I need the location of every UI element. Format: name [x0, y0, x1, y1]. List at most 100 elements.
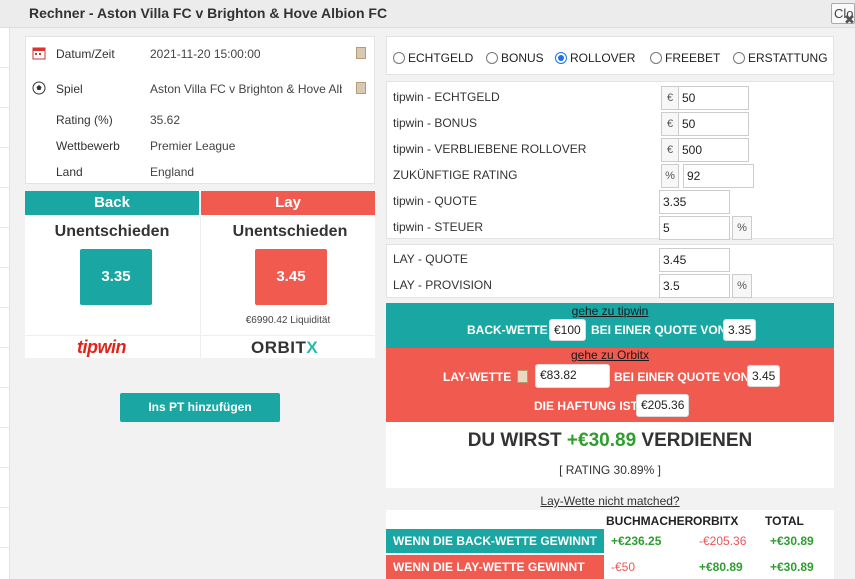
cell-exchange: -€205.36: [699, 534, 747, 548]
datetime-value: 2021-11-20 15:00:00: [150, 47, 261, 61]
orbitx-logo-x: X: [306, 338, 319, 357]
profit-result: DU WIRST +€30.89 VERDIENEN [ RATING 30.8…: [386, 422, 834, 488]
mode-rollover[interactable]: ROLLOVER: [555, 51, 635, 65]
back-selection: Unentschieden: [54, 223, 170, 240]
title-bar: Rechner - Aston Villa FC v Brighton & Ho…: [0, 0, 855, 28]
cell-bookmaker: -€50: [611, 560, 636, 574]
cell-exchange: +€80.89: [699, 560, 743, 574]
future-rating-label: ZUKÜNFTIGE RATING: [393, 168, 518, 182]
mode-label: ROLLOVER: [570, 51, 636, 65]
commission-input[interactable]: 3.5: [659, 274, 730, 298]
lay-not-matched-link[interactable]: Lay-Wette nicht matched?: [386, 494, 834, 508]
event-info-panel: Datum/Zeit 2021-11-20 15:00:00 Spiel Ast…: [25, 36, 375, 184]
lay-odds-input[interactable]: 3.45: [659, 248, 730, 272]
lay-liquidity: €6990.42 Liquidität: [245, 315, 331, 326]
mode-freebet[interactable]: FREEBET: [650, 51, 720, 65]
goto-bookmaker-link[interactable]: gehe zu tipwin: [386, 304, 834, 318]
profit-headline: DU WIRST +€30.89 VERDIENEN: [386, 430, 834, 452]
back-lay-panel: Back Lay Unentschieden Unentschieden 3.3…: [25, 191, 375, 358]
tipwin-logo[interactable]: tipwin: [77, 337, 127, 358]
copy-stake-icon[interactable]: [517, 370, 528, 383]
competition-row: Wettbewerb Premier League: [26, 136, 376, 156]
radio-icon[interactable]: [393, 52, 405, 64]
bookmaker-form: tipwin - ECHTGELD € 50 tipwin - BONUS € …: [386, 81, 834, 240]
rating-row: Rating (%) 35.62: [26, 110, 376, 130]
outcome-table: BUCHMACHER ORBITX TOTAL WENN DIE BACK-WE…: [386, 510, 834, 579]
odds-input[interactable]: 3.35: [659, 190, 730, 214]
country-row: Land England: [26, 162, 376, 182]
back-stake-value: €100: [549, 319, 586, 341]
game-label: Spiel: [56, 82, 83, 96]
liability-label: DIE HAFTUNG IST: [534, 399, 638, 413]
row-label: WENN DIE BACK-WETTE GEWINNT: [386, 529, 604, 553]
lay-odds-box[interactable]: 3.45: [255, 249, 327, 305]
mode-refund[interactable]: ERSTATTUNG: [733, 51, 828, 65]
game-value: Aston Villa FC v Brighton & Hove Albion …: [150, 82, 342, 96]
lay-selection: Unentschieden: [232, 223, 348, 240]
back-bet-strip: gehe zu tipwin BACK-WETTE €100 BEI EINER…: [386, 303, 834, 348]
row-label: WENN DIE LAY-WETTE GEWINNT: [386, 555, 604, 579]
table-row: WENN DIE BACK-WETTE GEWINNT +€236.25 -€2…: [386, 529, 834, 553]
radio-icon[interactable]: [650, 52, 662, 64]
lay-stake-input[interactable]: €83.82: [535, 364, 610, 388]
rating-label: Rating (%): [56, 113, 113, 127]
lay-bet-strip: gehe zu Orbitx LAY-WETTE €83.82 BEI EINE…: [386, 348, 834, 422]
background-grid: [0, 28, 10, 579]
back-header: Back: [25, 191, 199, 215]
radio-icon[interactable]: [486, 52, 498, 64]
cell-total: +€30.89: [770, 560, 814, 574]
game-row: Spiel Aston Villa FC v Brighton & Hove A…: [26, 79, 376, 99]
copy-game-icon[interactable]: [356, 82, 366, 94]
percent-prefix: %: [661, 164, 679, 188]
bookmaker-logos: tipwin ORBITX: [25, 335, 375, 357]
percent-suffix: %: [732, 274, 752, 298]
col-header-total: TOTAL: [765, 514, 804, 528]
cell-bookmaker: +€236.25: [611, 534, 662, 548]
datetime-row: Datum/Zeit 2021-11-20 15:00:00: [26, 44, 376, 64]
future-rating-input[interactable]: 92: [683, 164, 754, 188]
window-title: Rechner - Aston Villa FC v Brighton & Ho…: [29, 5, 388, 21]
mode-selector: ECHTGELD BONUS ROLLOVER FREEBET ERSTATTU…: [386, 36, 834, 75]
cell-total: +€30.89: [770, 534, 814, 548]
mode-bonus[interactable]: BONUS: [486, 51, 544, 65]
add-to-pt-button[interactable]: Ins PT hinzufügen: [120, 393, 280, 422]
tax-input[interactable]: 5: [659, 216, 730, 240]
profit-suffix: VERDIENEN: [641, 430, 753, 451]
euro-prefix: €: [661, 86, 679, 110]
mode-label: ECHTGELD: [408, 51, 474, 65]
col-header-exchange: ORBITX: [693, 514, 739, 528]
mode-realmoney[interactable]: ECHTGELD: [393, 51, 473, 65]
rollover-label: tipwin - VERBLIEBENE ROLLOVER: [393, 142, 587, 156]
radio-selected-icon[interactable]: [555, 52, 567, 64]
lay-at-odds-text: BEI EINER QUOTE VON: [614, 370, 750, 384]
lay-form: LAY - QUOTE 3.45 LAY - PROVISION 3.5 %: [386, 244, 834, 298]
goto-exchange-link[interactable]: gehe zu Orbitx: [386, 348, 834, 362]
datetime-label: Datum/Zeit: [56, 47, 115, 61]
profit-prefix: DU WIRST: [467, 430, 562, 451]
profit-rating: [ RATING 30.89% ]: [559, 463, 661, 477]
euro-prefix: €: [661, 138, 679, 162]
lay-header: Lay: [201, 191, 375, 215]
close-icon[interactable]: ✖: [844, 12, 855, 28]
mode-label: BONUS: [501, 51, 544, 65]
lay-bet-label: LAY-WETTE: [443, 370, 512, 384]
lay-odds-label: LAY - QUOTE: [393, 252, 468, 266]
bonus-input[interactable]: 50: [678, 112, 749, 136]
back-odds-box[interactable]: 3.35: [80, 249, 152, 305]
table-row: WENN DIE LAY-WETTE GEWINNT -€50 +€80.89 …: [386, 555, 834, 579]
competition-label: Wettbewerb: [56, 139, 120, 153]
euro-prefix: €: [661, 112, 679, 136]
radio-icon[interactable]: [733, 52, 745, 64]
mode-label: FREEBET: [665, 51, 721, 65]
back-odds-value: 3.35: [723, 319, 757, 341]
liability-value: €205.36: [636, 394, 690, 417]
calendar-icon: [32, 47, 46, 60]
rating-value: 35.62: [150, 113, 181, 127]
rollover-input[interactable]: 500: [678, 138, 749, 162]
odds-label: tipwin - QUOTE: [393, 194, 478, 208]
copy-datetime-icon[interactable]: [356, 47, 366, 59]
orbitx-logo[interactable]: ORBITX: [251, 338, 318, 358]
real-money-input[interactable]: 50: [678, 86, 749, 110]
country-value: England: [150, 165, 195, 179]
bonus-label: tipwin - BONUS: [393, 116, 478, 130]
